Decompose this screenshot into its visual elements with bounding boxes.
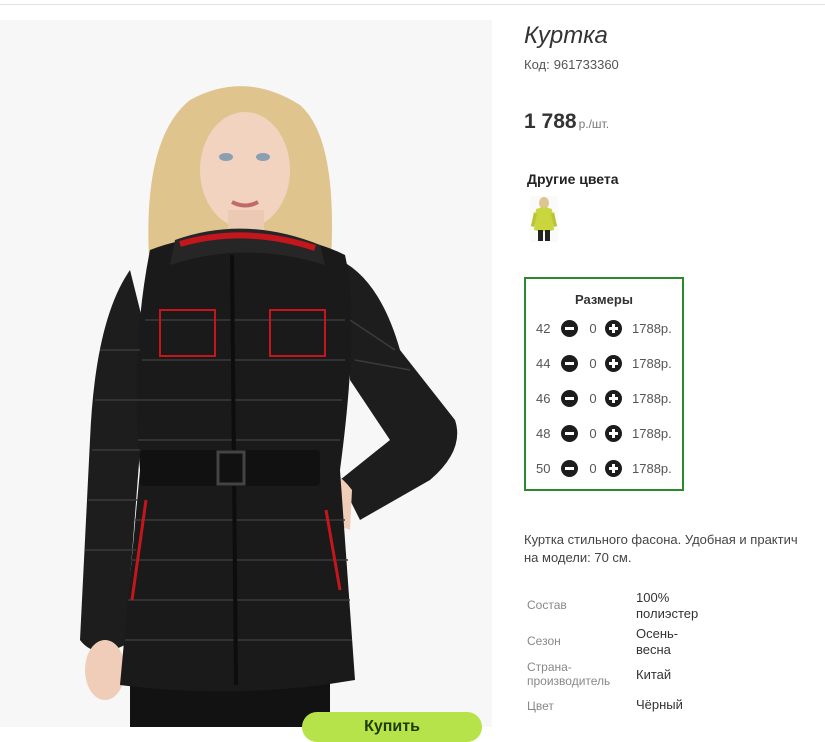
product-code: Код: 961733360 [524,57,619,72]
plus-icon[interactable] [605,460,622,477]
size-price: 1788р. [632,426,672,441]
plus-icon[interactable] [605,390,622,407]
size-row-44: 44 0 1788р. [526,353,682,375]
spec-value-line-1: 100% [636,590,670,605]
size-row-48: 48 0 1788р. [526,423,682,445]
size-price: 1788р. [632,321,672,336]
product-code-value: 961733360 [553,57,619,72]
spec-key: Сезон [527,634,561,648]
size-price: 1788р. [632,356,672,371]
spec-value-line-2: полиэстер [636,606,699,621]
size-row-42: 42 0 1788р. [526,318,682,340]
spec-key-line-1: Страна- [527,660,572,674]
spec-value-line-2: весна [636,642,671,657]
plus-icon[interactable] [605,425,622,442]
description-line-1: Куртка стильного фасона. Удобная и практ… [524,532,798,547]
size-label: 42 [536,321,551,336]
yellow-jacket-thumbnail-icon [530,196,558,242]
size-label: 46 [536,391,551,406]
plus-icon[interactable] [605,320,622,337]
size-row-46: 46 0 1788р. [526,388,682,410]
description-line-2: на модели: 70 см. [524,550,632,565]
size-row-50: 50 0 1788р. [526,458,682,480]
product-photo[interactable] [0,20,492,727]
spec-value: Китай [636,667,672,682]
other-colors-title: Другие цвета [527,171,619,187]
spec-key-line-2: производитель [527,674,611,688]
product-title: Куртка [524,22,608,49]
product-code-label: Код: [524,57,550,72]
size-quantity[interactable]: 0 [585,426,601,441]
size-price: 1788р. [632,391,672,406]
price-amount: 1 788 [524,110,577,133]
minus-icon[interactable] [561,320,578,337]
size-label: 50 [536,461,551,476]
minus-icon[interactable] [561,460,578,477]
price-unit: р./шт. [578,117,610,131]
spec-value-line-1: Осень- [636,626,679,641]
sizes-title: Размеры [575,292,633,307]
size-label: 48 [536,426,551,441]
minus-icon[interactable] [561,390,578,407]
spec-key: Состав [527,598,567,612]
size-label: 44 [536,356,551,371]
product-price: 1 788 р./шт. [524,110,609,134]
buy-button[interactable]: Купить [302,712,482,742]
other-color-swatch-yellow[interactable] [530,196,558,242]
size-quantity[interactable]: 0 [585,461,601,476]
product-description: Куртка стильного фасона. Удобная и практ… [524,531,825,567]
size-quantity[interactable]: 0 [585,391,601,406]
minus-icon[interactable] [561,355,578,372]
jacket-photo-illustration [0,20,492,727]
minus-icon[interactable] [561,425,578,442]
size-quantity[interactable]: 0 [585,356,601,371]
plus-icon[interactable] [605,355,622,372]
sizes-panel: Размеры 42 0 1788р. 44 0 1788р. 46 0 178… [524,277,684,491]
size-quantity[interactable]: 0 [585,321,601,336]
size-price: 1788р. [632,461,672,476]
top-divider [0,4,825,5]
spec-key: Цвет [527,699,554,713]
spec-value: Чёрный [636,697,683,712]
